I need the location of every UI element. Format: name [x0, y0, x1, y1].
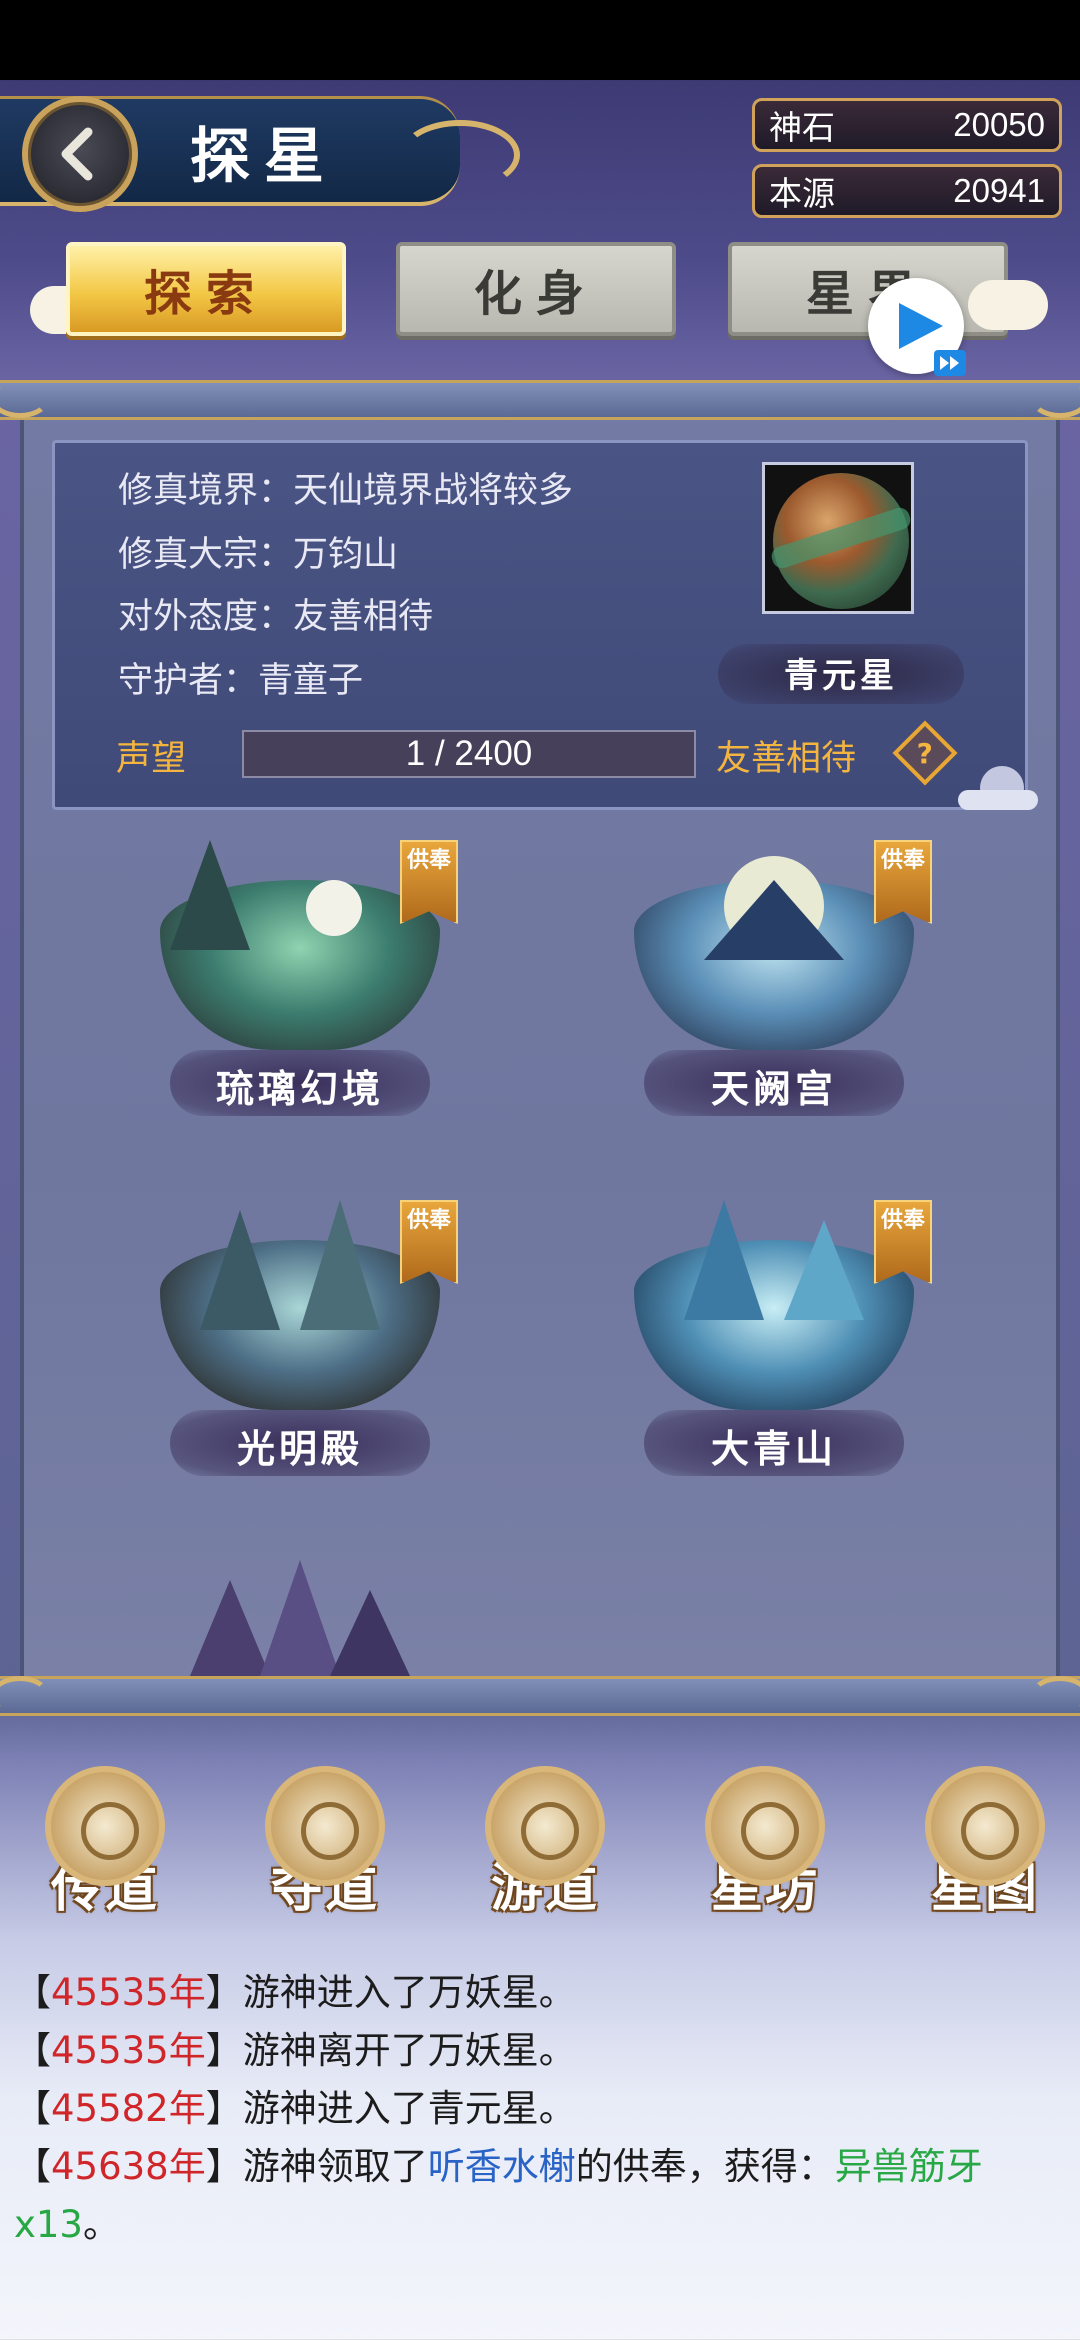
reputation-status: 友善相待: [716, 739, 857, 779]
panel-top-border: [0, 380, 1080, 420]
log-entry: 【45535年】游神进入了万妖星。: [14, 1964, 1070, 2022]
offering-tag-text: 供奉: [880, 848, 925, 873]
action-youdao[interactable]: 游道: [460, 1766, 630, 1936]
triangle-circle-icon: [485, 1766, 605, 1886]
location-name: 琉璃幻境: [215, 1066, 384, 1111]
location-tianque-palace[interactable]: 天阙宫 供奉: [604, 840, 944, 1140]
mountain-peak: [300, 1200, 380, 1330]
bracket-open: 【: [14, 2029, 51, 2072]
offering-tag-text: 供奉: [880, 1208, 925, 1233]
action-xingfang[interactable]: 星坊: [680, 1766, 850, 1936]
action-chuandao[interactable]: 传道: [20, 1766, 190, 1936]
bracket-open: 【: [14, 2145, 51, 2188]
log-entry: 【45638年】游神领取了听香水榭的供奉，获得：异兽筋牙x13。: [14, 2138, 1070, 2254]
bracket-close: 】: [205, 1971, 243, 2014]
log-year: 45638年: [51, 2145, 206, 2188]
bracket-open: 【: [14, 2087, 51, 2130]
reputation-label: 声望: [116, 739, 187, 779]
reputation-bar: 1 / 2400: [242, 730, 696, 778]
constellation-icon: [705, 1766, 825, 1886]
bracket-open: 【: [14, 1971, 51, 2014]
orbit-icon: [265, 1766, 385, 1886]
location-name: 光明殿: [236, 1426, 363, 1471]
location-liuli-illusion[interactable]: 琉璃幻境 供奉: [130, 840, 470, 1140]
mountain-peak: [784, 1220, 864, 1320]
mountain-peak: [170, 840, 250, 950]
planet-name: 青元星: [784, 656, 898, 696]
currency-shenshi: 神石 20050: [752, 98, 1062, 152]
chevron-left-icon: [61, 127, 93, 181]
mountain-peak: [190, 1580, 270, 1676]
cloud-decoration: [958, 790, 1038, 810]
status-bar: [0, 0, 1080, 80]
log-year: 45535年: [51, 1971, 206, 2014]
location-name: 天阙宫: [710, 1066, 837, 1111]
bracket-close: 】: [205, 2145, 243, 2188]
mountain-peak: [330, 1590, 410, 1676]
star-hexagram-icon: [925, 1766, 1045, 1886]
page-title: 探星: [190, 122, 338, 192]
mountain-peak: [684, 1200, 764, 1320]
action-xingtu[interactable]: 星图: [900, 1766, 1070, 1936]
location-guangming-hall[interactable]: 光明殿 供奉: [130, 1200, 470, 1500]
log-text: 。: [82, 2203, 120, 2246]
tab-avatar[interactable]: 化身: [396, 242, 676, 336]
moon-decoration: [306, 880, 362, 936]
log-text: 游神进入了青元星。: [242, 2087, 576, 2130]
play-icon: [899, 303, 943, 349]
panel-bottom-border: [0, 1676, 1080, 1716]
mountain-peak: [260, 1560, 340, 1676]
info-attitude: 对外态度：友善相待: [118, 597, 434, 637]
mountain-peak: [200, 1210, 280, 1330]
log-text: 游神进入了万妖星。: [242, 1971, 576, 2014]
bracket-close: 】: [205, 2087, 243, 2130]
bracket-close: 】: [205, 2029, 243, 2072]
log-year: 45582年: [51, 2087, 206, 2130]
currency-label: 神石: [769, 109, 835, 146]
location-partial[interactable]: [130, 1560, 470, 1676]
info-major-sect: 修真大宗：万钧山: [118, 535, 399, 575]
log-text: 游神离开了万妖星。: [242, 2029, 576, 2072]
info-guardian: 守护者：青童子: [118, 661, 364, 701]
planet-image[interactable]: [762, 462, 914, 614]
cloud-decoration: [968, 280, 1048, 330]
triskelion-icon: [45, 1766, 165, 1886]
action-duodao[interactable]: 夺道: [240, 1766, 410, 1936]
log-entry: 【45582年】游神进入了青元星。: [14, 2080, 1070, 2138]
offering-tag-text: 供奉: [406, 1208, 451, 1233]
currency-value: 20941: [953, 172, 1045, 209]
info-cultivation-realm: 修真境界：天仙境界战将较多: [118, 471, 574, 511]
fast-forward-badge[interactable]: [934, 350, 966, 376]
event-log: 【45535年】游神进入了万妖星。 【45535年】游神离开了万妖星。 【455…: [14, 1964, 1070, 2254]
header-swirl-decoration: [400, 120, 520, 190]
log-text: 的供奉，获得：: [575, 2145, 835, 2188]
log-text: 游神领取了: [242, 2145, 428, 2188]
offering-tag-text: 供奉: [406, 848, 451, 873]
back-button[interactable]: [22, 96, 138, 212]
currency-label: 本源: [769, 175, 835, 212]
floating-island-image: [634, 1240, 914, 1410]
fast-forward-icon: [940, 356, 959, 370]
help-symbol: ?: [916, 736, 934, 770]
palace-roof: [704, 880, 844, 960]
reputation-value: 1 / 2400: [405, 734, 533, 773]
log-location-link[interactable]: 听香水榭: [428, 2145, 576, 2188]
currency-value: 20050: [953, 106, 1045, 143]
tab-explore[interactable]: 探索: [66, 242, 346, 336]
currency-benyuan: 本源 20941: [752, 164, 1062, 218]
log-entry: 【45535年】游神离开了万妖星。: [14, 2022, 1070, 2080]
log-year: 45535年: [51, 2029, 206, 2072]
location-name: 大青山: [710, 1426, 837, 1471]
location-daqing-mountain[interactable]: 大青山 供奉: [604, 1200, 944, 1500]
